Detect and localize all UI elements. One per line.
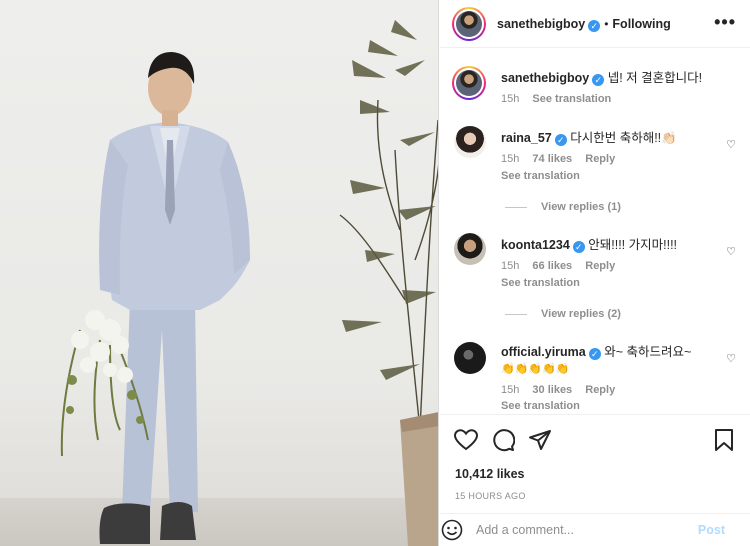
comments-list[interactable]: sanethebigboy ✓ 넵! 저 결혼합니다! 15h See trans… bbox=[440, 48, 750, 414]
comment-likes[interactable]: 30 likes bbox=[532, 384, 572, 396]
comment-like-heart-icon[interactable]: ♡ bbox=[726, 138, 736, 151]
comment-username[interactable]: official.yiruma bbox=[501, 345, 586, 359]
comment-time[interactable]: 15h bbox=[501, 153, 519, 165]
comment-reply-button[interactable]: Reply bbox=[585, 260, 615, 272]
commenter-avatar[interactable] bbox=[454, 342, 486, 374]
following-button[interactable]: Following bbox=[612, 17, 670, 31]
view-replies-button[interactable]: View replies (2) bbox=[505, 308, 621, 320]
comment-reply-button[interactable]: Reply bbox=[585, 384, 615, 396]
post-side-panel: sanethebigboy ✓ • Following ••• sanethebigb… bbox=[440, 0, 750, 546]
bookmark-icon[interactable] bbox=[714, 428, 734, 452]
like-count[interactable]: 10,412 likes bbox=[455, 467, 525, 481]
comment-reply-button[interactable]: Reply bbox=[585, 153, 615, 165]
comment-likes[interactable]: 66 likes bbox=[532, 260, 572, 272]
comment-username[interactable]: raina_57 bbox=[501, 131, 552, 145]
comment-like-heart-icon[interactable]: ♡ bbox=[726, 245, 736, 258]
separator-dot: • bbox=[604, 17, 609, 31]
caption-see-translation[interactable]: See translation bbox=[532, 93, 611, 105]
comment-meta: 15h 66 likes Reply bbox=[501, 260, 615, 272]
divider bbox=[505, 206, 527, 208]
paper-plane-icon[interactable] bbox=[528, 428, 552, 452]
comment-text: official.yiruma ✓ 와~ 축하드려요~ bbox=[501, 344, 721, 360]
verified-badge-icon: ✓ bbox=[554, 134, 567, 146]
heart-icon[interactable] bbox=[454, 429, 478, 451]
smiley-icon[interactable] bbox=[441, 519, 463, 541]
caption-time[interactable]: 15h bbox=[501, 93, 519, 105]
caption-meta: 15h See translation bbox=[501, 93, 611, 105]
comment-time[interactable]: 15h bbox=[501, 384, 519, 396]
comment-emoji-line: 👏👏👏👏👏 bbox=[501, 363, 570, 375]
comment-text: koonta1234 ✓ 안돼!!!! 가지마!!!! bbox=[501, 237, 721, 253]
comment-body: 다시한번 축하해!!👏🏻 bbox=[570, 131, 677, 145]
comment-see-translation[interactable]: See translation bbox=[501, 277, 580, 289]
caption-username[interactable]: sanethebigboy bbox=[501, 71, 589, 85]
comment-input[interactable] bbox=[476, 520, 686, 540]
comment-see-translation[interactable]: See translation bbox=[501, 170, 580, 182]
post-header: sanethebigboy ✓ • Following ••• bbox=[440, 0, 750, 48]
post-actions: 10,412 likes 15 HOURS AGO Post bbox=[440, 414, 750, 544]
view-replies-label: View replies (2) bbox=[541, 308, 621, 320]
potted-plant bbox=[339, 99, 438, 431]
comment-likes[interactable]: 74 likes bbox=[532, 153, 572, 165]
author-avatar[interactable] bbox=[452, 7, 486, 41]
comment-time[interactable]: 15h bbox=[501, 260, 519, 272]
person-in-suit bbox=[99, 52, 250, 544]
comment-meta: 15h 74 likes Reply bbox=[501, 153, 615, 165]
author-username[interactable]: sanethebigboy bbox=[497, 17, 585, 31]
verified-badge-icon: ✓ bbox=[572, 241, 585, 253]
verified-badge-icon: ✓ bbox=[592, 74, 605, 86]
more-options-icon[interactable]: ••• bbox=[714, 13, 736, 31]
comment-see-translation[interactable]: See translation bbox=[501, 400, 580, 412]
commenter-avatar[interactable] bbox=[454, 126, 486, 158]
commenter-avatar[interactable] bbox=[454, 233, 486, 265]
post-button[interactable]: Post bbox=[698, 523, 725, 537]
verified-badge-icon: ✓ bbox=[588, 20, 601, 32]
view-replies-button[interactable]: View replies (1) bbox=[505, 201, 621, 213]
comment-meta: 15h 30 likes Reply bbox=[501, 384, 615, 396]
view-replies-label: View replies (1) bbox=[541, 201, 621, 213]
comment-icon[interactable] bbox=[491, 428, 515, 452]
plant-pot bbox=[400, 412, 438, 546]
comment-body: 안돼!!!! 가지마!!!! bbox=[588, 238, 678, 252]
author-line: sanethebigboy ✓ • Following bbox=[497, 17, 671, 32]
photo-illustration bbox=[60, 20, 438, 546]
comment-username[interactable]: koonta1234 bbox=[501, 238, 570, 252]
caption-avatar[interactable] bbox=[452, 66, 486, 100]
comment-body: 와~ 축하드려요~ bbox=[604, 345, 692, 359]
verified-badge-icon: ✓ bbox=[588, 348, 601, 360]
post-timestamp[interactable]: 15 HOURS AGO bbox=[455, 491, 526, 501]
caption-body: 넵! 저 결혼합니다! bbox=[607, 71, 703, 85]
caption-text: sanethebigboy ✓ 넵! 저 결혼합니다! bbox=[501, 70, 721, 86]
comment-like-heart-icon[interactable]: ♡ bbox=[726, 352, 736, 365]
post-photo[interactable] bbox=[0, 0, 439, 546]
instagram-post-window: sanethebigboy ✓ • Following ••• sanethebigb… bbox=[0, 0, 750, 546]
comment-text: raina_57 ✓ 다시한번 축하해!!👏🏻 bbox=[501, 130, 721, 146]
divider bbox=[505, 313, 527, 315]
add-comment-bar: Post bbox=[440, 513, 750, 545]
